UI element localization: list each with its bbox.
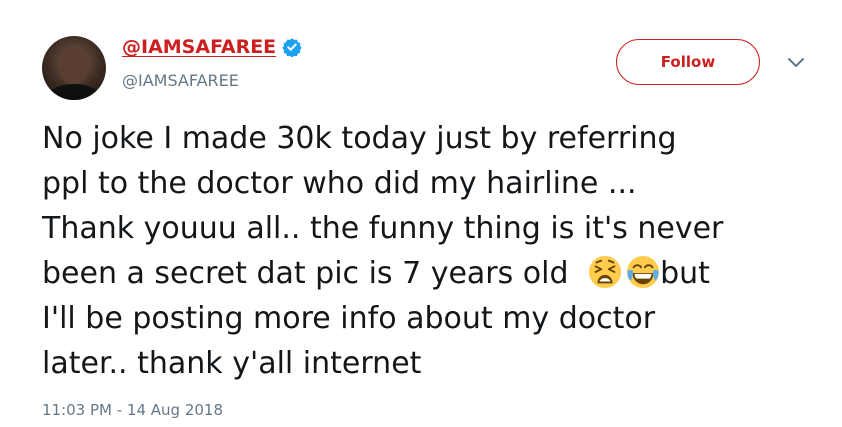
tweet-line: ppl to the doctor who did my hairline ..… bbox=[42, 166, 637, 201]
chevron-down-icon[interactable] bbox=[786, 56, 806, 70]
weary-face-emoji-icon bbox=[589, 255, 622, 289]
avatar[interactable] bbox=[42, 36, 106, 100]
tweet-line: No joke I made 30k today just by referri… bbox=[42, 121, 677, 156]
tweet-line: but bbox=[660, 256, 710, 291]
author-name-row: @IAMSAFAREE bbox=[122, 36, 302, 58]
author-handle[interactable]: @IAMSAFAREE bbox=[122, 71, 239, 90]
tweet-text: No joke I made 30k today just by referri… bbox=[42, 116, 802, 386]
emoji-group bbox=[588, 255, 660, 291]
tweet-timestamp[interactable]: 11:03 PM - 14 Aug 2018 bbox=[42, 401, 223, 419]
tweet-line: later.. thank y'all internet bbox=[42, 346, 422, 381]
crying-laughing-emoji-icon bbox=[627, 255, 660, 289]
tweet-line: Thank youuu all.. the funny thing is it'… bbox=[42, 211, 724, 246]
avatar-face bbox=[60, 48, 88, 84]
avatar-shirt bbox=[46, 84, 102, 100]
verified-badge-icon bbox=[282, 38, 302, 57]
author-display-name[interactable]: @IAMSAFAREE bbox=[122, 36, 276, 58]
tweet-line: been a secret dat pic is 7 years old bbox=[42, 256, 579, 291]
tweet-line: I'll be posting more info about my docto… bbox=[42, 301, 656, 336]
follow-button[interactable]: Follow bbox=[616, 39, 760, 85]
